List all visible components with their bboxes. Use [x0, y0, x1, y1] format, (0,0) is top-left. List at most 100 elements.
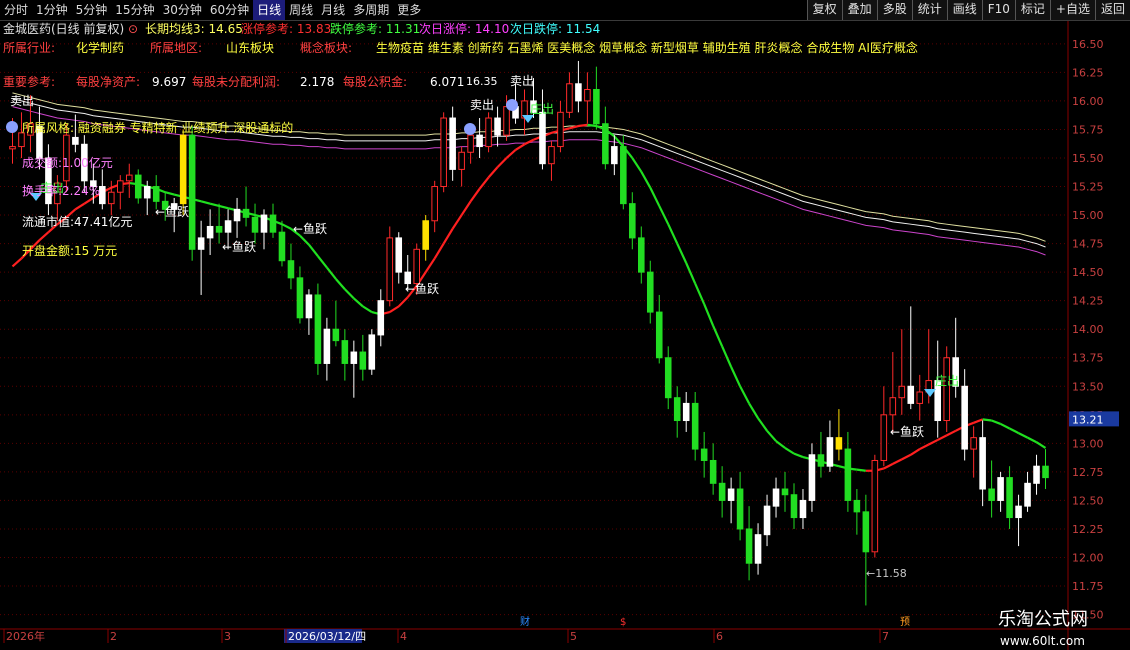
candle-body-104 — [943, 357, 950, 422]
price-label-17: 12.25 — [1072, 523, 1104, 536]
trend-seg-99 — [892, 458, 903, 465]
candle-body-69 — [629, 203, 636, 239]
candle-body-59 — [539, 111, 546, 165]
candle-body-68 — [620, 146, 627, 205]
candle-body-67 — [611, 146, 618, 165]
zhuang-label-0: 庄出 — [530, 101, 554, 116]
tab-period-8[interactable]: 月线 — [317, 0, 349, 20]
toolbar-btn-3[interactable]: 统计 — [911, 0, 947, 20]
trend-seg-85 — [766, 430, 777, 442]
tab-period-4[interactable]: 30分钟 — [159, 0, 206, 20]
industry: 化学制药 — [76, 40, 124, 55]
trend-seg-100 — [901, 453, 912, 461]
trend-seg-78 — [703, 303, 715, 327]
candle-body-93 — [844, 448, 852, 501]
fish-label-3: ←鱼跃 — [405, 282, 439, 296]
trend-seg-44 — [397, 296, 409, 308]
price-label-2: 16.00 — [1072, 95, 1104, 108]
trend-seg-8 — [74, 202, 85, 211]
trend-seg-111 — [1000, 422, 1011, 430]
toolbar-btn-2[interactable]: 多股 — [876, 0, 912, 20]
fish-label-4: ←鱼跃 — [890, 425, 924, 439]
chart-area[interactable]: 16.50 16.25 16.00 15.75 15.50 15.25 15.00 14.75… — [0, 21, 1130, 650]
toolbar-btn-1[interactable]: 叠加 — [841, 0, 877, 20]
candle-body-34 — [314, 294, 322, 364]
trend-seg-54 — [487, 166, 499, 179]
candle-body-108 — [979, 437, 986, 490]
trend-seg-82 — [739, 385, 751, 404]
candle-body-37 — [341, 340, 349, 364]
toolbar-btn-6[interactable]: 标记 — [1014, 0, 1050, 20]
trend-seg-109 — [982, 418, 992, 422]
toolbar-btn-8[interactable]: 返回 — [1094, 0, 1130, 20]
tab-period-10[interactable]: 更多 — [393, 0, 425, 20]
candle-body-38 — [350, 351, 358, 364]
style-tags: 所属风格: 融资融券 专精特新 业绩预升 深股通标的 — [22, 120, 293, 135]
trend-seg-50 — [451, 214, 463, 230]
tab-period-9[interactable]: 多周期 — [349, 0, 393, 20]
date-label-2: 3 — [224, 630, 231, 643]
tab-period-2[interactable]: 5分钟 — [72, 0, 112, 20]
tab-period-1[interactable]: 1分钟 — [32, 0, 72, 20]
trend-seg-112 — [1009, 427, 1020, 435]
face-icon-1 — [464, 123, 476, 135]
kline-chart[interactable]: 16.50 16.25 16.00 15.75 15.50 15.25 15.00 14.75… — [0, 21, 1130, 650]
price-label-0: 16.50 — [1072, 38, 1104, 51]
candle-body-107 — [970, 437, 977, 450]
candle-body-110 — [997, 477, 1004, 501]
toolbar-btn-0[interactable]: 复权 — [806, 0, 842, 20]
candle-body-94 — [853, 499, 861, 513]
diamond-icon-1 — [924, 389, 936, 397]
last-price-label: 13.21 — [1072, 413, 1104, 426]
tab-period-5[interactable]: 60分钟 — [206, 0, 253, 20]
candle-body-41 — [377, 300, 385, 336]
trend-seg-38 — [344, 288, 355, 300]
trend-seg-52 — [469, 188, 481, 202]
trend-seg-105 — [946, 429, 957, 437]
price-label-5: 15.25 — [1072, 181, 1104, 194]
region: 山东板块 — [226, 41, 274, 55]
candle-body-86 — [781, 488, 789, 496]
date-label-3: 2026/03/12/四 — [288, 630, 366, 643]
candle-body-114 — [1033, 465, 1040, 484]
candle-body-71 — [646, 271, 654, 313]
candle-body-45 — [413, 248, 421, 285]
trend-seg-98 — [883, 462, 894, 470]
next-down: 次日跌停: 11.54 — [510, 21, 600, 36]
price-label-10: 14.00 — [1072, 323, 1104, 336]
toolbar-btn-4[interactable]: 画线 — [946, 0, 982, 20]
candle-body-95 — [862, 511, 870, 553]
fish-label-0: ←鱼跃 — [155, 205, 189, 219]
candle-body-74 — [673, 397, 681, 422]
toolbar-btn-7[interactable]: +自选 — [1049, 0, 1095, 20]
candle-body-49 — [449, 117, 456, 170]
candle-body-70 — [637, 237, 645, 273]
candle-body-51 — [467, 134, 474, 153]
trend-seg-37 — [335, 278, 346, 290]
trend-seg-53 — [478, 176, 490, 190]
candle-body-61 — [557, 111, 564, 148]
candle-body-12 — [116, 180, 124, 193]
candle-body-15 — [143, 186, 151, 199]
reserve-value: 6.071 — [430, 75, 464, 89]
candle-body-13 — [125, 174, 133, 182]
tab-period-6[interactable]: 日线 — [253, 0, 286, 20]
low-price-label: ←11.58 — [866, 567, 907, 580]
candle-body-50 — [458, 151, 465, 170]
candle-body-48 — [440, 117, 447, 188]
concept-label: 概念板块: — [300, 40, 352, 55]
toolbar-btn-5[interactable]: F10 — [981, 0, 1015, 20]
tab-period-7[interactable]: 周线 — [285, 0, 317, 20]
trend-seg-87 — [784, 446, 795, 455]
trend-seg-113 — [1018, 432, 1029, 439]
tab-period-3[interactable]: 15分钟 — [111, 0, 158, 20]
diamond-icon-0 — [522, 115, 534, 123]
candle-body-78 — [709, 459, 717, 484]
tab-period-0[interactable]: 分时 — [0, 0, 32, 20]
candle-body-112 — [1015, 505, 1022, 519]
price-label-3: 15.75 — [1072, 123, 1104, 136]
candle-body-76 — [691, 402, 699, 450]
trend-seg-22 — [200, 200, 211, 205]
trend-seg-102 — [919, 443, 930, 451]
zhuang-label-1: 庄出 — [935, 373, 959, 388]
